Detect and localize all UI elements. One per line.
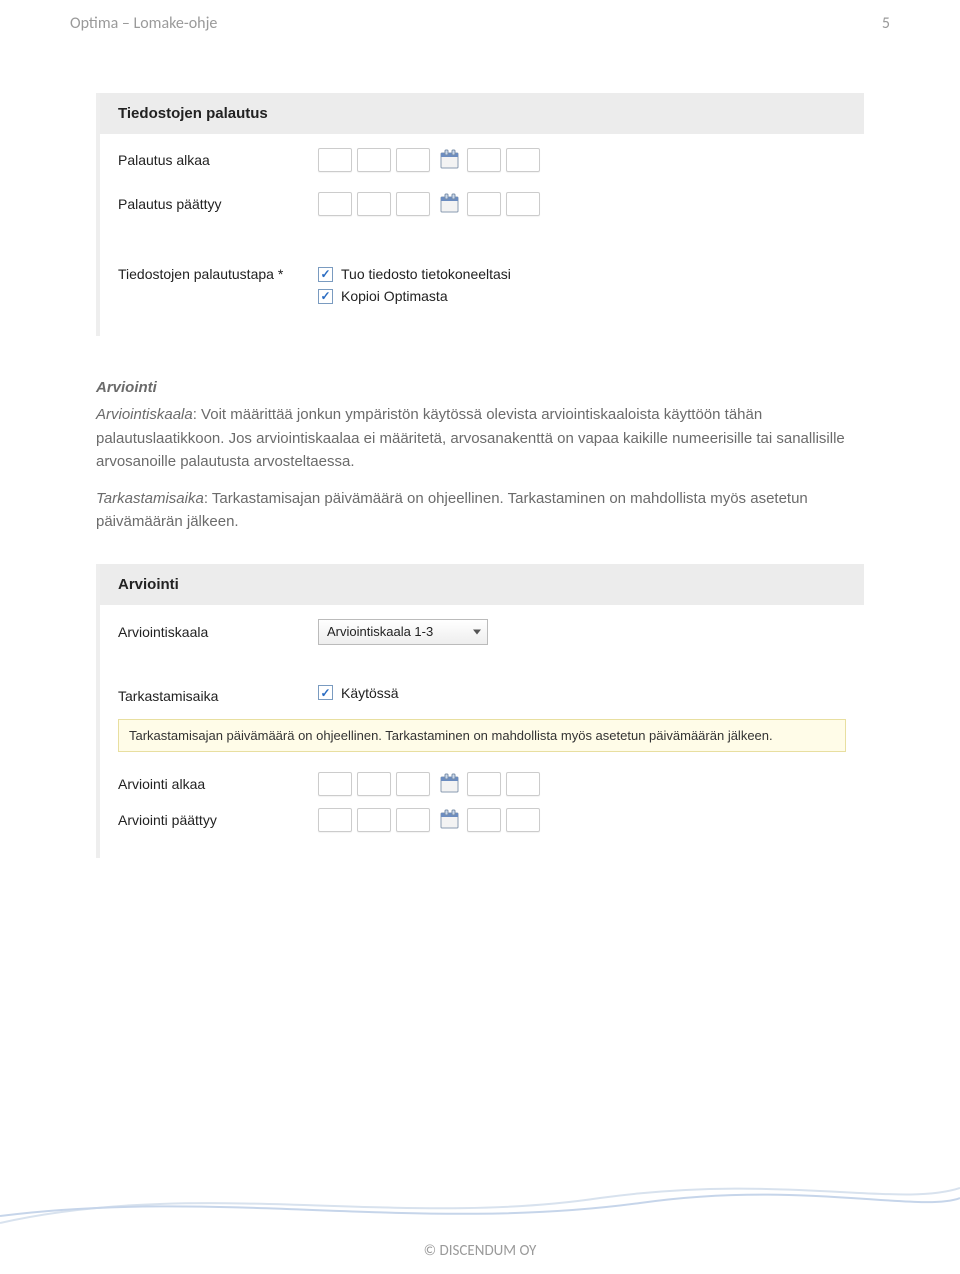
- footer: © DISCENDUM OY: [0, 1242, 960, 1260]
- checkbox-copy-optima[interactable]: [318, 289, 333, 304]
- calendar-icon[interactable]: [439, 149, 461, 171]
- page-header: Optima – Lomake-ohje 5: [0, 0, 960, 33]
- option-upload: Tuo tiedosto tietokoneeltasi: [318, 266, 511, 282]
- select-arviointiskaala[interactable]: Arviointiskaala 1-3: [318, 619, 488, 645]
- return-end-year[interactable]: [396, 192, 430, 216]
- doc-title: Optima – Lomake-ohje: [70, 14, 217, 33]
- arviointi-end-hour[interactable]: [467, 808, 501, 832]
- arviointi-end-min[interactable]: [506, 808, 540, 832]
- row-arviointi-end: Arviointi päättyy: [100, 802, 864, 838]
- paragraph-arviointiskaala: Arviointiskaala: Voit määrittää jonkun y…: [96, 403, 864, 473]
- arviointi-end-month[interactable]: [357, 808, 391, 832]
- return-end-month[interactable]: [357, 192, 391, 216]
- return-start-day[interactable]: [318, 148, 352, 172]
- panel-file-return: Tiedostojen palautus Palautus alkaa Pala…: [96, 93, 864, 336]
- return-start-year[interactable]: [396, 148, 430, 172]
- section-title-arviointi: Arviointi: [96, 376, 864, 399]
- term-arviointiskaala: Arviointiskaala: [96, 406, 193, 423]
- arviointi-start-year[interactable]: [396, 772, 430, 796]
- body-text: Arviointi Arviointiskaala: Voit määrittä…: [96, 376, 864, 534]
- row-return-method: Tiedostojen palautustapa * Tuo tiedosto …: [100, 252, 864, 316]
- label-arviointi-start: Arviointi alkaa: [118, 776, 318, 792]
- return-end-hour[interactable]: [467, 192, 501, 216]
- calendar-icon[interactable]: [439, 193, 461, 215]
- panel-arviointi-title: Arviointi: [100, 564, 864, 605]
- checkbox-upload-label: Tuo tiedosto tietokoneeltasi: [341, 266, 511, 282]
- footer-wave: [0, 1168, 960, 1238]
- label-return-start: Palautus alkaa: [118, 152, 318, 168]
- arviointi-start-hour[interactable]: [467, 772, 501, 796]
- label-return-method: Tiedostojen palautustapa *: [118, 266, 318, 282]
- row-tarkastamisaika: Tarkastamisaika Käytössä: [100, 671, 864, 713]
- return-method-options: Tuo tiedosto tietokoneeltasi Kopioi Opti…: [318, 266, 511, 310]
- return-end-day[interactable]: [318, 192, 352, 216]
- arviointi-start-day[interactable]: [318, 772, 352, 796]
- panel-file-return-title: Tiedostojen palautus: [100, 93, 864, 134]
- row-arviointiskaala: Arviointiskaala Arviointiskaala 1-3: [100, 605, 864, 651]
- checkbox-tarkastamisaika-label: Käytössä: [341, 685, 399, 701]
- checkbox-copy-optima-label: Kopioi Optimasta: [341, 288, 448, 304]
- calendar-icon[interactable]: [439, 773, 461, 795]
- info-box-tarkastamisaika: Tarkastamisajan päivämäärä on ohjeelline…: [118, 719, 846, 752]
- label-arviointi-end: Arviointi päättyy: [118, 812, 318, 828]
- row-return-end: Palautus päättyy: [100, 178, 864, 222]
- option-copy-optima: Kopioi Optimasta: [318, 288, 511, 304]
- term-tarkastamisaika: Tarkastamisaika: [96, 490, 204, 507]
- option-tarkastamisaika: Käytössä: [318, 685, 399, 701]
- label-return-end: Palautus päättyy: [118, 196, 318, 212]
- label-tarkastamisaika: Tarkastamisaika: [118, 688, 318, 704]
- checkbox-upload[interactable]: [318, 267, 333, 282]
- return-start-month[interactable]: [357, 148, 391, 172]
- text-arviointiskaala: : Voit määrittää jonkun ympäristön käytö…: [96, 406, 845, 470]
- paragraph-tarkastamisaika: Tarkastamisaika: Tarkastamisajan päivämä…: [96, 487, 864, 534]
- panel-arviointi: Arviointi Arviointiskaala Arviointiskaal…: [96, 564, 864, 858]
- row-return-start: Palautus alkaa: [100, 134, 864, 178]
- return-end-min[interactable]: [506, 192, 540, 216]
- calendar-icon[interactable]: [439, 809, 461, 831]
- checkbox-tarkastamisaika[interactable]: [318, 685, 333, 700]
- footer-text: © DISCENDUM OY: [424, 1242, 537, 1260]
- arviointi-start-month[interactable]: [357, 772, 391, 796]
- return-start-min[interactable]: [506, 148, 540, 172]
- label-arviointiskaala: Arviointiskaala: [118, 624, 318, 640]
- select-arviointiskaala-value: Arviointiskaala 1-3: [327, 624, 433, 639]
- page-number: 5: [882, 14, 890, 33]
- row-arviointi-start: Arviointi alkaa: [100, 766, 864, 802]
- arviointi-end-day[interactable]: [318, 808, 352, 832]
- arviointi-start-min[interactable]: [506, 772, 540, 796]
- arviointi-end-year[interactable]: [396, 808, 430, 832]
- chevron-down-icon: [473, 629, 481, 634]
- return-start-hour[interactable]: [467, 148, 501, 172]
